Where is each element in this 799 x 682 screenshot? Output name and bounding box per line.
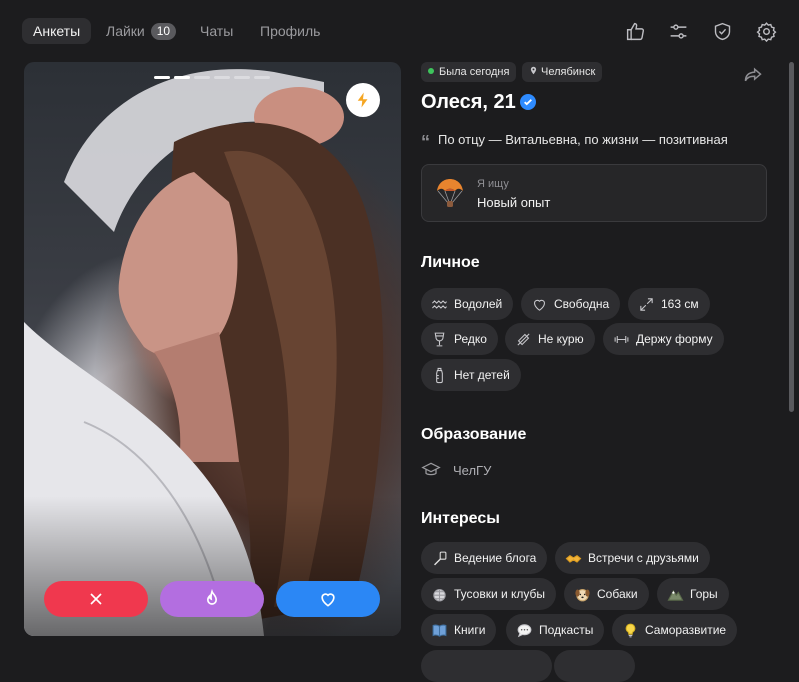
personal-item-label: Редко [454,332,487,346]
thumbs-up-icon[interactable] [624,20,646,42]
interest-item-label: Горы [690,587,718,601]
section-title-personal: Личное [421,254,480,271]
personal-item-children: Нет детей [421,359,521,391]
interest-item-friends: Встречи с друзьями [555,542,710,574]
section-title-interests: Интересы [421,510,500,527]
graduation-cap-icon [421,462,441,476]
interest-item-label: Книги [454,623,486,637]
personal-item-label: Нет детей [454,368,510,382]
interest-item-mountains: Горы [657,578,729,610]
baby-bottle-icon [436,367,443,383]
personal-item-smoking: Не курю [505,323,595,355]
quote-text: По отцу — Витальевна, по жизни — позитив… [438,132,728,147]
heart-outline-icon [534,299,545,311]
profile-name-text: Олеся, 21 [421,91,516,113]
disco-ball-icon [433,588,446,601]
interest-item-clubs: Тусовки и клубы [421,578,557,610]
profile-quote: “ По отцу — Витальевна, по жизни — позити… [421,132,728,153]
tab-profiles[interactable]: Анкеты [22,18,92,44]
tab-profile[interactable]: Профиль [260,18,320,44]
heart-icon [321,593,335,607]
interest-item-blogging: Ведение блога [421,542,548,574]
photo-indicator [154,76,270,79]
tab-chats-label: Чаты [200,23,234,39]
like-button[interactable] [276,581,380,617]
lightning-icon [357,92,368,108]
interest-item-label: Встречи с друзьями [588,551,699,565]
personal-item-alcohol: Редко [421,323,498,355]
interest-item-books: Книги [421,614,497,646]
likes-count-badge: 10 [150,23,177,40]
close-icon [90,593,102,605]
aquarius-icon [432,299,447,309]
dislike-button[interactable] [44,581,148,617]
top-navigation: Анкеты Лайки 10 Чаты Профиль [0,0,799,62]
location-pin-icon [530,66,537,75]
city-badge: Челябинск [522,62,603,82]
seeking-label: Я ищу [477,178,509,190]
flame-icon [206,589,218,605]
status-badge: Была сегодня [421,62,517,82]
interest-item-self-development: Саморазвитие [612,614,738,646]
interest-item-label: Тусовки и клубы [454,587,546,601]
interest-item-label: Саморазвитие [645,623,727,637]
personal-item-label: Не курю [538,332,584,346]
tab-likes-label: Лайки [106,23,145,39]
tab-profile-label: Профиль [260,23,321,39]
dumbbell-icon [614,335,629,343]
education-text: ЧелГУ [453,462,492,478]
boost-button[interactable] [346,83,380,117]
city-text: Челябинск [541,66,596,78]
interest-item-hidden-2 [554,650,635,682]
superlike-button[interactable] [160,581,264,617]
quote-icon: “ [421,132,430,152]
scrollbar-thumb[interactable] [789,62,794,412]
personal-item-label: 163 см [661,297,699,311]
wine-glass-icon [434,332,445,346]
tab-profiles-label: Анкеты [33,23,81,39]
section-title-education: Образование [421,426,527,443]
shield-check-icon[interactable] [711,20,733,42]
expand-arrows-icon [640,297,653,311]
tab-likes[interactable]: Лайки 10 [106,18,177,44]
gear-icon[interactable] [755,20,777,42]
education-item: ЧелГУ [421,460,491,480]
handshake-icon [565,554,582,563]
parachute-icon [437,179,463,207]
interest-item-label: Подкасты [539,623,594,637]
sliders-icon[interactable] [667,20,689,42]
personal-item-zodiac: Водолей [421,288,514,320]
interest-item-label: Собаки [597,587,638,601]
seeking-value: Новый опыт [477,195,551,210]
tab-chats[interactable]: Чаты [200,18,233,44]
personal-item-relationship: Свободна [521,288,621,320]
book-icon [432,624,447,637]
profile-name: Олеся, 21 [421,91,536,114]
light-bulb-icon [625,623,636,637]
interest-item-podcasts: Подкасты [506,614,605,646]
personal-item-label: Держу форму [636,332,713,346]
selfie-stick-icon [434,551,447,565]
seeking-card: Я ищу Новый опыт [421,164,767,222]
profile-photo[interactable] [24,62,401,636]
personal-item-height: 163 см [628,288,710,320]
online-dot-icon [428,68,434,74]
interest-item-label: Ведение блога [454,551,537,565]
dog-face-icon [575,588,590,601]
speech-bubble-icon [517,623,532,637]
personal-item-label: Свободна [554,297,610,311]
status-text: Была сегодня [439,66,510,78]
mountain-icon [667,589,684,601]
personal-item-fitness: Держу форму [603,323,724,355]
share-icon[interactable] [742,65,764,85]
personal-item-label: Водолей [454,297,503,311]
no-smoking-icon [517,332,530,346]
interest-item-dogs: Собаки [564,578,649,610]
interest-item-hidden-1 [421,650,552,682]
verified-icon [519,94,536,110]
